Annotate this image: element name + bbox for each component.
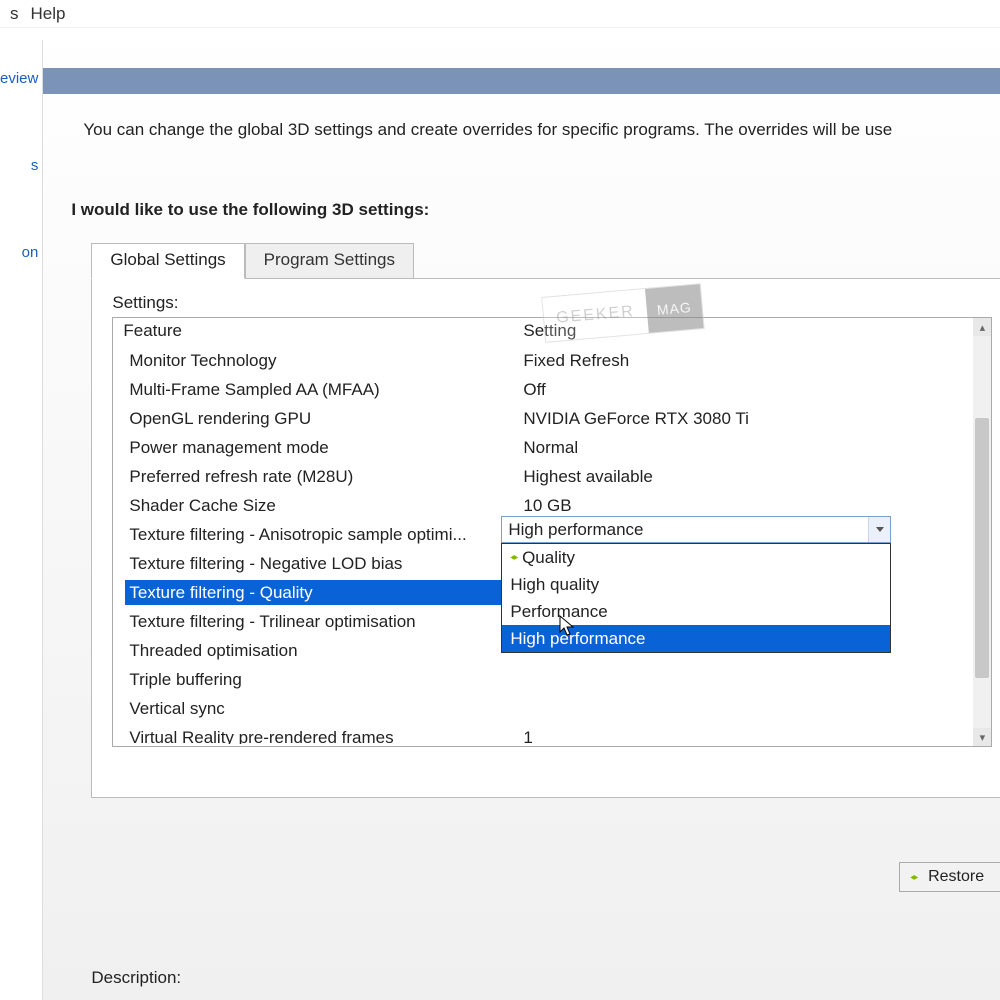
row-feature: Triple buffering: [129, 667, 523, 692]
restore-button-label: Restore: [928, 868, 984, 886]
row-feature: Power management mode: [129, 435, 523, 460]
row-feature: Monitor Technology: [129, 348, 523, 373]
restore-button[interactable]: Restore: [899, 862, 1000, 892]
table-row[interactable]: Virtual Reality pre-rendered frames1: [113, 723, 991, 744]
row-setting: 1: [523, 725, 991, 744]
scrollbar[interactable]: ▴ ▾: [973, 318, 991, 746]
sidebar-link-2[interactable]: s: [31, 157, 43, 174]
table-row[interactable]: Monitor TechnologyFixed Refresh: [113, 346, 991, 375]
row-feature: Texture filtering - Anisotropic sample o…: [129, 522, 523, 547]
column-feature: Feature: [123, 321, 523, 341]
row-setting: Highest available: [523, 464, 991, 489]
row-feature: OpenGL rendering GPU: [129, 406, 523, 431]
row-setting: Off: [523, 377, 991, 402]
table-row[interactable]: Power management modeNormal: [113, 433, 991, 462]
page-description: You can change the global 3D settings an…: [43, 94, 1000, 140]
tab-global-settings[interactable]: Global Settings: [91, 243, 244, 279]
row-feature: Shader Cache Size: [129, 493, 523, 518]
table-row[interactable]: OpenGL rendering GPUNVIDIA GeForce RTX 3…: [113, 404, 991, 433]
row-feature: Texture filtering - Trilinear optimisati…: [129, 609, 523, 634]
row-feature: Vertical sync: [129, 696, 523, 721]
column-setting: Setting: [523, 321, 981, 341]
row-feature: Texture filtering - Negative LOD bias: [129, 551, 523, 576]
scroll-thumb[interactable]: [975, 418, 989, 678]
quality-dropdown[interactable]: High performance: [501, 516, 891, 543]
table-row[interactable]: Multi-Frame Sampled AA (MFAA)Off: [113, 375, 991, 404]
row-setting: Normal: [523, 435, 991, 460]
main-content: You can change the global 3D settings an…: [43, 28, 1000, 1000]
row-setting: NVIDIA GeForce RTX 3080 Ti: [523, 406, 991, 431]
chevron-down-icon[interactable]: [868, 517, 890, 542]
table-row[interactable]: Vertical sync: [113, 694, 991, 723]
row-feature: Preferred refresh rate (M28U): [129, 464, 523, 489]
dropdown-option[interactable]: High performance: [502, 625, 890, 652]
dropdown-option[interactable]: Performance: [502, 598, 890, 625]
tab-program-settings[interactable]: Program Settings: [245, 243, 414, 279]
sidebar-link-3[interactable]: on: [22, 244, 43, 261]
row-feature: Multi-Frame Sampled AA (MFAA): [129, 377, 523, 402]
dropdown-option[interactable]: Quality: [502, 544, 890, 571]
settings-label: Settings:: [112, 293, 1000, 313]
dropdown-selected-value: High performance: [508, 520, 868, 540]
sidebar: eview s on: [0, 40, 43, 1000]
tabs: Global Settings Program Settings: [91, 240, 1000, 279]
description-label: Description:: [91, 968, 1000, 988]
row-feature: Texture filtering - Quality: [125, 580, 519, 605]
row-setting: [523, 696, 991, 721]
row-setting: [523, 667, 991, 692]
title-band: [43, 68, 1000, 94]
row-setting: 10 GB: [523, 493, 991, 518]
sidebar-link-preview[interactable]: eview: [0, 70, 42, 87]
scroll-down-icon[interactable]: ▾: [973, 728, 991, 746]
menu-item-help[interactable]: Help: [31, 4, 66, 24]
section-heading: I would like to use the following 3D set…: [71, 200, 1000, 220]
table-row[interactable]: Preferred refresh rate (M28U)Highest ava…: [113, 462, 991, 491]
row-setting: Fixed Refresh: [523, 348, 991, 373]
dropdown-option[interactable]: High quality: [502, 571, 890, 598]
row-feature: Virtual Reality pre-rendered frames: [129, 725, 523, 744]
menubar: s Help: [0, 0, 1000, 28]
tab-panel-global: Settings: Feature Setting Monitor Techno…: [91, 278, 1000, 798]
menu-item-truncated[interactable]: s: [10, 4, 19, 24]
table-row[interactable]: Triple buffering: [113, 665, 991, 694]
scroll-up-icon[interactable]: ▴: [973, 318, 991, 336]
quality-dropdown-list[interactable]: QualityHigh qualityPerformanceHigh perfo…: [501, 543, 891, 653]
grid-header: Feature Setting: [113, 318, 991, 346]
row-feature: Threaded optimisation: [129, 638, 523, 663]
